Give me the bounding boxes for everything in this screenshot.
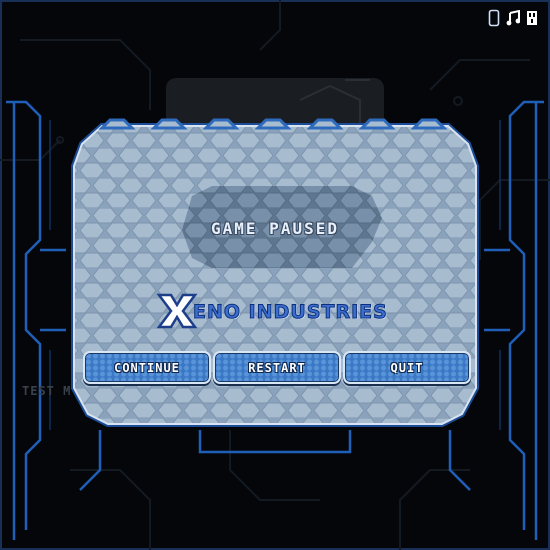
- sound-icon[interactable]: [526, 10, 538, 26]
- logo-text: ENO INDUSTRIES: [193, 301, 388, 324]
- restart-button[interactable]: RESTART: [213, 351, 341, 384]
- music-note-icon[interactable]: [506, 10, 520, 26]
- quit-button-label: QUIT: [390, 360, 424, 375]
- background-test-label: TEST M: [22, 384, 72, 398]
- pause-title: GAME PAUSED: [211, 219, 339, 238]
- xeno-industries-logo: ENO INDUSTRIES: [155, 289, 388, 333]
- quit-button[interactable]: QUIT: [343, 351, 471, 384]
- continue-button[interactable]: CONTINUE: [83, 351, 211, 384]
- top-toolbar: [488, 9, 538, 27]
- restart-button-label: RESTART: [248, 360, 306, 375]
- continue-button-label: CONTINUE: [114, 360, 180, 375]
- game-stage: TEST M GAME PAUSED ENO INDUSTRIES CONTIN…: [0, 0, 550, 550]
- phone-icon[interactable]: [488, 9, 500, 27]
